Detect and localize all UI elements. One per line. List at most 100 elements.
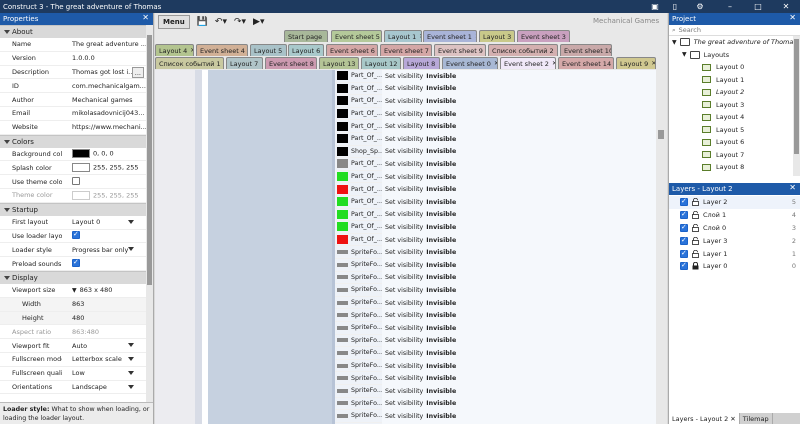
prop-first-layout[interactable]: First layout Layout 0 xyxy=(0,216,146,230)
event-object[interactable]: Part_Of_... xyxy=(335,83,382,96)
close-icon[interactable]: ✕ xyxy=(475,33,476,40)
action-set-visibility[interactable]: Set visibility Invisible xyxy=(385,259,456,272)
tab-layout-4[interactable]: Layout 4✕ xyxy=(155,44,194,56)
close-icon[interactable]: ✕ xyxy=(789,183,796,192)
chevron-down-icon[interactable]: ▼ xyxy=(672,39,677,46)
tab-layout-9[interactable]: Layout 9 ✕ xyxy=(616,57,656,69)
action-set-visibility[interactable]: Set visibility Invisible xyxy=(385,297,456,310)
event-object[interactable]: Part_Of_... xyxy=(335,171,382,184)
layer-visible-checkbox[interactable] xyxy=(680,249,688,258)
prop-viewport-fit[interactable]: Viewport fit Auto xyxy=(0,339,146,353)
tab-event-sheet-5[interactable]: Event sheet 5✕ xyxy=(331,30,382,42)
close-icon[interactable]: ✕ xyxy=(400,60,401,67)
layout-item[interactable]: Layout 6 xyxy=(669,136,800,149)
action-set-visibility[interactable]: Set visibility Invisible xyxy=(385,309,456,322)
use-loader-layout-checkbox[interactable] xyxy=(72,230,80,239)
event-object[interactable]: Part_Of_... xyxy=(335,108,382,121)
section-colors[interactable]: Colors xyxy=(0,134,146,148)
action-set-visibility[interactable]: Set visibility Invisible xyxy=(385,360,456,373)
close-icon[interactable]: ✕ xyxy=(494,60,497,67)
event-object[interactable]: Part_Of_... xyxy=(335,120,382,133)
action-set-visibility[interactable]: Set visibility Invisible xyxy=(385,284,456,297)
minimize-button[interactable]: – xyxy=(720,0,740,13)
event-object[interactable]: SpriteFo... xyxy=(335,372,382,385)
tab-event-sheet-8[interactable]: Event sheet 8✕ xyxy=(265,57,317,69)
action-set-visibility[interactable]: Set visibility Invisible xyxy=(385,372,456,385)
layer-visible-checkbox[interactable] xyxy=(680,197,688,207)
event-object[interactable]: SpriteFo... xyxy=(335,335,382,348)
chevron-down-icon[interactable] xyxy=(128,370,134,375)
prop-website[interactable]: Website https://www.mechani... xyxy=(0,121,146,135)
lock-icon[interactable] xyxy=(692,236,699,245)
event-object[interactable]: SpriteFo... xyxy=(335,259,382,272)
action-set-visibility[interactable]: Set visibility Invisible xyxy=(385,95,456,108)
maximize-button[interactable]: □ xyxy=(748,0,768,13)
prop-loader-style[interactable]: Loader style Progress bar only xyxy=(0,243,146,258)
tab-event-sheet-7[interactable]: Event sheet 7✕ xyxy=(380,44,432,56)
event-object[interactable]: SpriteFo... xyxy=(335,309,382,322)
event-object[interactable]: Part_Of_... xyxy=(335,221,382,234)
action-set-visibility[interactable]: Set visibility Invisible xyxy=(385,234,456,247)
close-icon[interactable]: ✕ xyxy=(438,60,439,67)
prop-email[interactable]: Email mikolasadovnicij043... xyxy=(0,107,146,121)
action-set-visibility[interactable]: Set visibility Invisible xyxy=(385,120,456,133)
background-color-swatch[interactable] xyxy=(72,149,90,159)
event-object[interactable]: Part_Of_... xyxy=(335,183,382,196)
action-set-visibility[interactable]: Set visibility Invisible xyxy=(385,183,456,196)
tab-layout-1[interactable]: Layout 1✕ xyxy=(384,30,422,42)
tab-layers[interactable]: Layers - Layout 2 ✕ xyxy=(669,413,740,424)
action-set-visibility[interactable]: Set visibility Invisible xyxy=(385,158,456,171)
action-set-visibility[interactable]: Set visibility Invisible xyxy=(385,398,456,411)
prop-name[interactable]: Name The great adventure ... xyxy=(0,38,146,52)
expand-arrow-icon[interactable]: ▼ xyxy=(72,287,77,294)
action-set-visibility[interactable]: Set visibility Invisible xyxy=(385,70,456,83)
redo-icon[interactable]: ↷▾ xyxy=(234,17,246,27)
tab-event-sheet-2[interactable]: Event sheet 2✕ xyxy=(500,57,556,69)
close-icon[interactable]: ✕ xyxy=(557,47,558,54)
notification-icon[interactable]: ▣ xyxy=(645,0,665,13)
prop-background-color[interactable]: Background color0, 0, 0 xyxy=(0,148,146,162)
prop-fullscreen-mode[interactable]: Fullscreen mode Letterbox scale xyxy=(0,353,146,367)
action-set-visibility[interactable]: Set visibility Invisible xyxy=(385,246,456,259)
project-search[interactable]: ⌕ Search xyxy=(669,25,800,36)
event-object[interactable]: SpriteFo... xyxy=(335,246,382,259)
close-icon[interactable]: ✕ xyxy=(651,60,655,67)
prop-viewport-size[interactable]: Viewport size ▼ 863 x 480 xyxy=(0,284,146,298)
event-object[interactable]: SpriteFo... xyxy=(335,410,382,423)
description-edit-button[interactable]: ... xyxy=(131,66,144,78)
layer-row[interactable]: Слой 1 4 xyxy=(669,209,800,222)
section-about[interactable]: About xyxy=(0,25,146,38)
lock-icon[interactable] xyxy=(692,211,699,220)
close-icon[interactable]: ✕ xyxy=(323,47,324,54)
action-set-visibility[interactable]: Set visibility Invisible xyxy=(385,335,456,348)
layout-item[interactable]: Layout 0 xyxy=(669,61,800,74)
action-set-visibility[interactable]: Set visibility Invisible xyxy=(385,133,456,146)
event-object[interactable]: Part_Of_... xyxy=(335,209,382,222)
layout-item[interactable]: Layout 2 xyxy=(669,86,800,99)
event-object[interactable]: SpriteFo... xyxy=(335,385,382,398)
event-object[interactable]: Part_Of_... xyxy=(335,133,382,146)
section-startup[interactable]: Startup xyxy=(0,202,146,216)
tab-layout-5[interactable]: Layout 5✕ xyxy=(250,44,287,56)
event-object[interactable]: Part_Of_... xyxy=(335,234,382,247)
menu-button[interactable]: Menu xyxy=(158,14,190,29)
event-object[interactable]: Part_Of_... xyxy=(335,95,382,108)
action-set-visibility[interactable]: Set visibility Invisible xyxy=(385,410,456,423)
close-icon[interactable]: ✕ xyxy=(419,33,421,40)
event-object[interactable]: Part_Of_... xyxy=(335,70,382,83)
tab-event-sheet-0[interactable]: Event sheet 0✕ xyxy=(442,57,498,69)
tab-layout-8[interactable]: Layout 8✕ xyxy=(403,57,440,69)
action-set-visibility[interactable]: Set visibility Invisible xyxy=(385,221,456,234)
action-set-visibility[interactable]: Set visibility Invisible xyxy=(385,209,456,222)
tab-layout-12[interactable]: Layout 12✕ xyxy=(361,57,401,69)
tab-layout-13[interactable]: Layout 13✕ xyxy=(319,57,359,69)
event-object[interactable]: SpriteFo... xyxy=(335,360,382,373)
prop-height[interactable]: Height 480 xyxy=(0,311,146,326)
tab-event-sheet-4[interactable]: Event sheet 4✕ xyxy=(196,44,248,56)
event-object[interactable]: SpriteFo... xyxy=(335,322,382,335)
close-icon[interactable]: ✕ xyxy=(285,47,286,54)
tab-start-page[interactable]: Start page xyxy=(284,30,328,42)
event-object[interactable]: SpriteFo... xyxy=(335,297,382,310)
event-object[interactable]: SpriteFo... xyxy=(335,284,382,297)
layouts-folder[interactable]: ▼ Layouts xyxy=(669,49,800,62)
